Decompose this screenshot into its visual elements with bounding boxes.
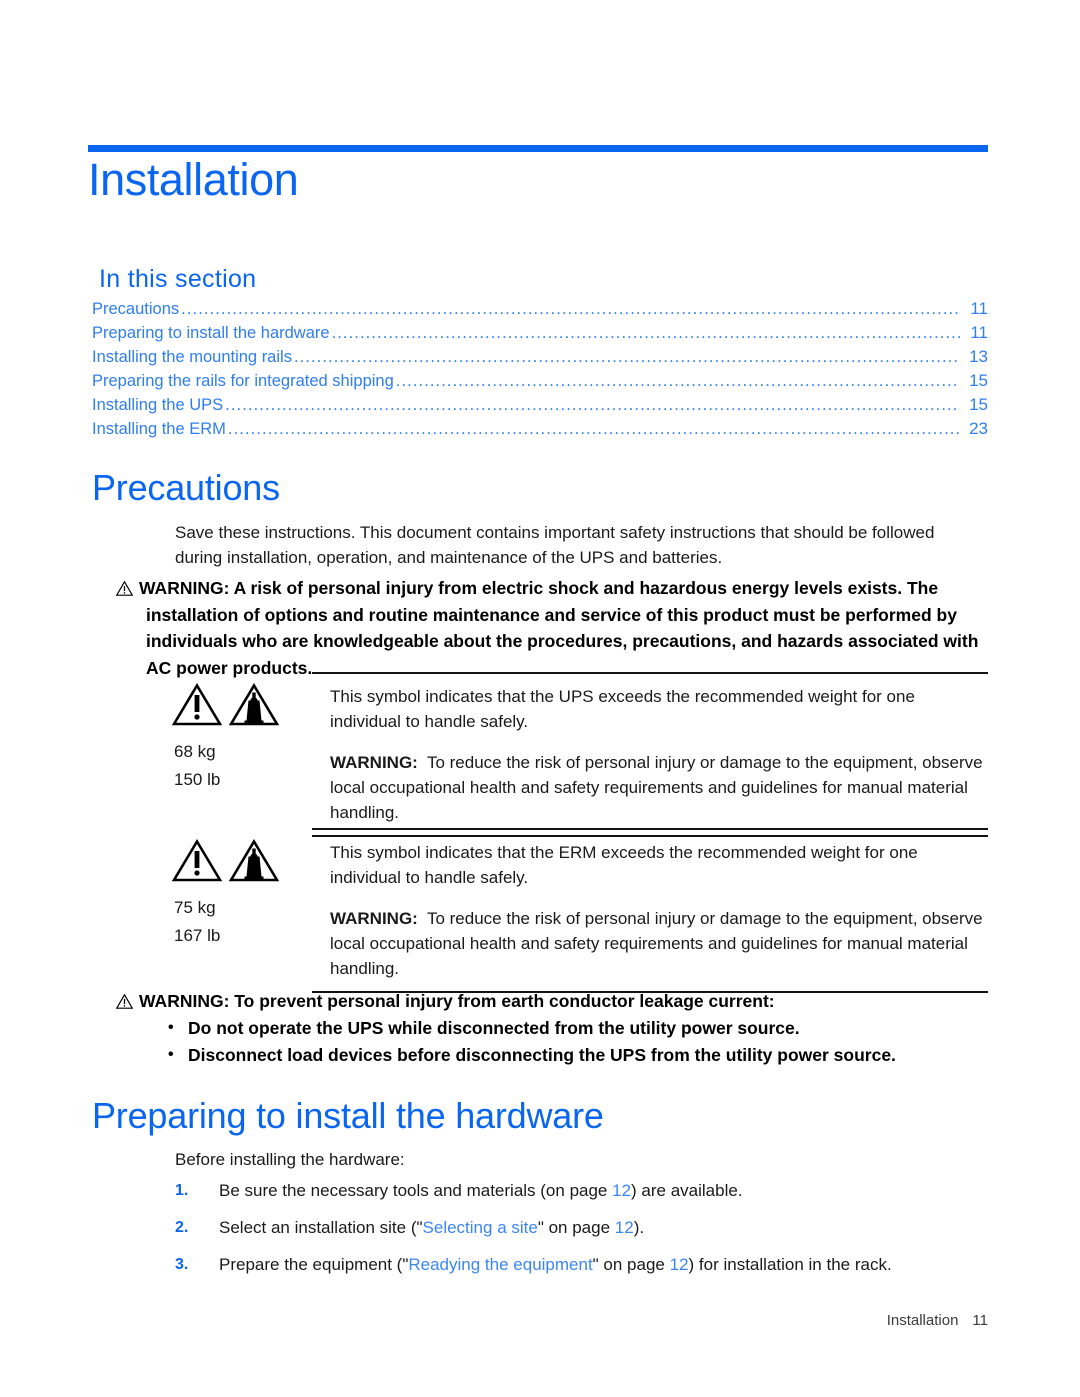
toc-dot-leader: ........................................…	[181, 300, 960, 318]
precautions-intro-paragraph: Save these instructions. This document c…	[175, 523, 935, 567]
list-item: • Do not operate the UPS while disconnect…	[116, 1015, 982, 1042]
warning-electric-shock-text: WARNING: A risk of personal injury from …	[139, 578, 979, 678]
list-item-text: Prepare the equipment ("Readying the equ…	[219, 1255, 892, 1274]
weight-warning-left-cell: 68 kg 150 lb	[170, 682, 312, 794]
table-of-contents: Precautions.............................…	[92, 297, 988, 441]
footer-chapter-label: Installation	[886, 1312, 959, 1329]
toc-entry[interactable]: Installing the ERM......................…	[92, 417, 988, 441]
weight-warning-table-ups: 68 kg 150 lb This symbol indicates that …	[170, 672, 988, 837]
list-item-number: 2.	[175, 1219, 189, 1236]
heading-preparing-to-install: Preparing to install the hardware	[92, 1095, 604, 1136]
warning-electric-shock: WARNING: A risk of personal injury from …	[116, 575, 982, 681]
toc-dot-leader: ........................................…	[331, 324, 960, 342]
bullet-glyph: •	[168, 1045, 174, 1063]
bullet-glyph: •	[168, 1018, 174, 1036]
warning-triangle-icon	[171, 682, 223, 732]
preparing-intro-paragraph: Before installing the hardware:	[175, 1150, 405, 1169]
weight-warning-left-cell: 75 kg 167 lb	[170, 838, 312, 950]
toc-entry-label: Preparing to install the hardware	[92, 324, 330, 342]
warning-triangle-icon	[116, 994, 133, 1009]
heading-precautions: Precautions	[92, 467, 280, 508]
list-item: 1. Be sure the necessary tools and materi…	[175, 1178, 975, 1203]
weight-warning-body: WARNING: To reduce the risk of personal …	[330, 750, 988, 825]
weight-warning-label: WARNING:	[330, 753, 418, 772]
weight-warning-body: WARNING: To reduce the risk of personal …	[330, 906, 988, 981]
table-rule-top	[312, 672, 988, 674]
footer-page-number: 11	[972, 1312, 988, 1329]
document-page: Installation In this section Precautions…	[0, 0, 1080, 1397]
page-footer: Installation 11	[887, 1312, 988, 1329]
toc-dot-leader: ........................................…	[225, 396, 960, 414]
weight-warning-label: WARNING:	[330, 909, 418, 928]
warning-triangle-icon	[171, 838, 223, 888]
weight-warning-text: To reduce the risk of personal injury or…	[330, 909, 983, 978]
page-title: Installation	[88, 154, 299, 205]
cross-reference-link[interactable]: Selecting a site	[423, 1218, 538, 1237]
page-reference-link[interactable]: 12	[670, 1255, 689, 1274]
preparing-steps-list: 1. Be sure the necessary tools and materi…	[175, 1178, 975, 1289]
list-item-number: 3.	[175, 1256, 189, 1273]
toc-entry-page: 23	[969, 419, 988, 438]
toc-entry-page: 13	[969, 347, 988, 366]
toc-entry-label: Preparing the rails for integrated shipp…	[92, 372, 394, 390]
heavy-weight-triangle-icon	[228, 838, 280, 888]
warning-leakage-bullet-list: • Do not operate the UPS while disconnect…	[116, 1015, 982, 1069]
page-reference-link[interactable]: 12	[612, 1181, 631, 1200]
toc-entry[interactable]: Installing the UPS......................…	[92, 393, 988, 417]
weight-warning-description: This symbol indicates that the UPS excee…	[330, 687, 915, 731]
toc-dot-leader: ........................................…	[227, 420, 960, 438]
weight-warning-text: To reduce the risk of personal injury or…	[330, 753, 983, 822]
toc-entry-page: 11	[970, 323, 988, 342]
list-item-text: Disconnect load devices before disconnec…	[188, 1044, 896, 1065]
weight-kg-value: 68 kg	[174, 742, 216, 761]
weight-warning-icon-group	[170, 682, 312, 732]
in-this-section-heading: In this section	[99, 265, 257, 293]
warning-triangle-icon	[116, 581, 133, 596]
weight-warning-icon-group	[170, 838, 312, 888]
toc-dot-leader: ........................................…	[293, 348, 960, 366]
list-item-text: Be sure the necessary tools and material…	[219, 1181, 743, 1200]
list-item: 3. Prepare the equipment ("Readying the e…	[175, 1252, 975, 1277]
weight-lb-value: 167 lb	[174, 926, 221, 945]
cross-reference-link[interactable]: Readying the equipment	[408, 1255, 592, 1274]
list-item-text: Do not operate the UPS while disconnecte…	[188, 1017, 800, 1038]
toc-entry[interactable]: Preparing the rails for integrated shipp…	[92, 369, 988, 393]
toc-dot-leader: ........................................…	[395, 372, 960, 390]
toc-entry-page: 11	[970, 299, 988, 318]
weight-warning-right-cell: This symbol indicates that the ERM excee…	[312, 838, 988, 981]
toc-entry-label: Precautions	[92, 300, 180, 318]
warning-leakage-lead-text: WARNING: To prevent personal injury from…	[139, 991, 775, 1011]
list-item-text: Select an installation site ("Selecting …	[219, 1218, 645, 1237]
weight-warning-description: This symbol indicates that the ERM excee…	[330, 843, 918, 887]
list-item-number: 1.	[175, 1182, 189, 1199]
table-rule-top	[312, 828, 988, 830]
chapter-top-rule	[88, 145, 988, 152]
warning-leakage-current: WARNING: To prevent personal injury from…	[116, 988, 982, 1069]
weight-warning-right-cell: This symbol indicates that the UPS excee…	[312, 682, 988, 825]
toc-entry[interactable]: Precautions.............................…	[92, 297, 988, 321]
toc-entry-page: 15	[969, 371, 988, 390]
toc-entry[interactable]: Preparing to install the hardware.......…	[92, 321, 988, 345]
toc-entry-page: 15	[969, 395, 988, 414]
page-reference-link[interactable]: 12	[615, 1218, 634, 1237]
weight-warning-table-erm: 75 kg 167 lb This symbol indicates that …	[170, 828, 988, 993]
weight-kg-value: 75 kg	[174, 898, 216, 917]
toc-entry-label: Installing the mounting rails	[92, 348, 292, 366]
heavy-weight-triangle-icon	[228, 682, 280, 732]
toc-entry-label: Installing the ERM	[92, 420, 226, 438]
weight-lb-value: 150 lb	[174, 770, 221, 789]
toc-entry-label: Installing the UPS	[92, 396, 224, 414]
toc-entry[interactable]: Installing the mounting rails...........…	[92, 345, 988, 369]
list-item: 2. Select an installation site ("Selectin…	[175, 1215, 975, 1240]
list-item: • Disconnect load devices before disconne…	[116, 1042, 982, 1069]
